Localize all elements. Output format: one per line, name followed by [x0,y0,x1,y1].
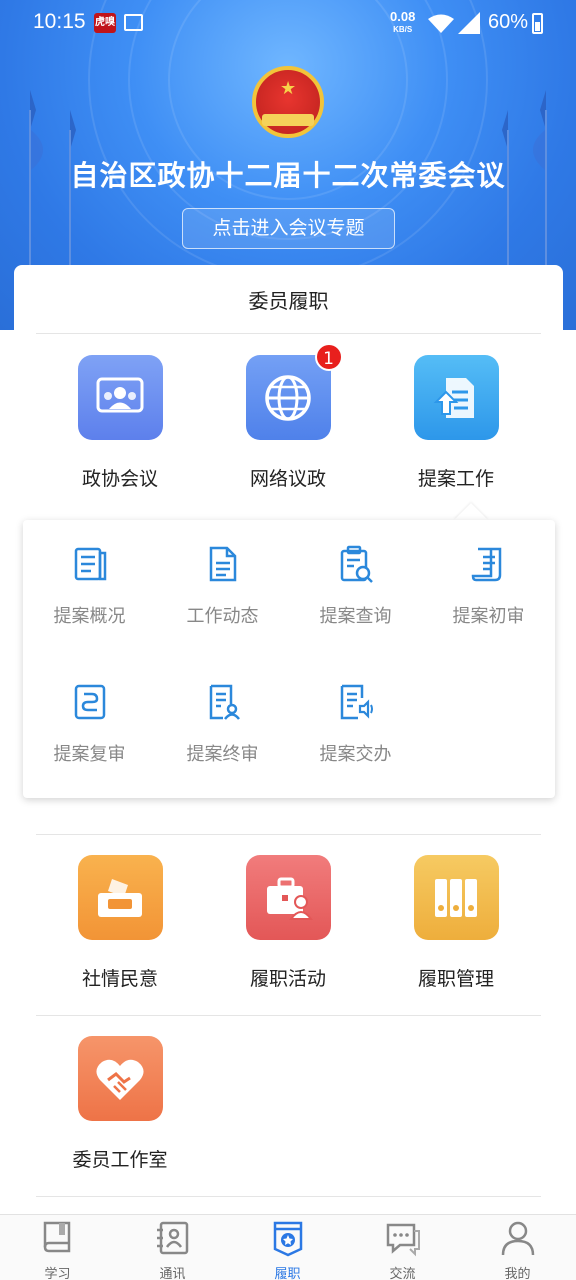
file-text-icon [209,546,236,582]
bottom-nav: 学习 通讯 履职 交流 我的 [0,1214,576,1280]
clipboard-search-icon [340,545,373,583]
submenu-label: 工作动态 [186,606,259,627]
document-user-icon [209,684,240,720]
divider [36,834,541,835]
grid-item-duty-activity[interactable]: 履职活动 [208,855,368,991]
submenu-label: 提案查询 [319,606,392,627]
submenu-label: 提案复审 [53,744,126,765]
status-bar: 10:15 虎嗅 0.08 KB/S 60% [0,0,576,46]
network-speed-value: 0.08 [390,9,416,24]
grid-item-label: 履职活动 [249,968,326,990]
binders-icon [413,855,499,940]
globe-icon: 1 [245,343,343,440]
divider [36,1196,541,1197]
mailbox-icon [77,855,163,940]
loop-review-icon [74,684,105,720]
card-title: 委员履职 [248,289,329,313]
nav-label: 交流 [389,1267,416,1280]
submenu-item-overview[interactable]: 提案概况 [23,544,156,628]
submenu-label: 提案终审 [186,744,259,765]
meeting-title: 自治区政协十二届十二次常委会议 [70,159,506,192]
grid-item-label: 网络议政 [249,468,326,490]
nav-item-exchange[interactable]: 交流 [345,1219,460,1280]
grid-item-cppcc-meeting[interactable]: 政协会议 [40,355,200,491]
grid-item-proposal-work[interactable]: 提案工作 [376,355,536,491]
grid-item-label: 政协会议 [81,468,158,490]
cppcc-emblem-logo: ★ [252,66,324,138]
nav-label: 学习 [44,1267,71,1280]
grid-item-duty-management[interactable]: 履职管理 [376,855,536,991]
submenu-item-query[interactable]: 提案查询 [289,544,422,628]
submenu-item-second-review[interactable]: 提案复审 [23,682,156,766]
proposal-submenu: 提案概况 工作动态 提案查询 提案初审 提案复审 提案终审 提案交办 [23,520,555,798]
grid-item-member-studio[interactable]: 委员工作室 [40,1036,200,1172]
nav-item-study[interactable]: 学习 [0,1219,115,1280]
submenu-item-first-review[interactable]: 提案初审 [422,544,555,628]
grid-item-label: 社情民意 [81,968,158,990]
meeting-icon [77,355,163,440]
nav-label: 履职 [274,1267,301,1280]
divider [36,333,541,334]
grid-item-label: 提案工作 [417,468,494,490]
network-speed-unit: KB/S [393,25,413,34]
nav-label: 我的 [504,1267,531,1280]
network-speed: 0.08 KB/S [390,10,415,36]
grid-item-online-discussion[interactable]: 1 网络议政 [208,343,368,491]
badge-star-icon [273,1221,302,1257]
submenu-item-final-review[interactable]: 提案终审 [156,682,289,766]
nav-item-contacts[interactable]: 通讯 [115,1219,230,1280]
image-notification-icon [124,14,143,31]
nav-item-mine[interactable]: 我的 [460,1219,575,1280]
divider [36,1015,541,1016]
signal-icon [458,12,480,34]
proposal-upload-icon [413,355,499,440]
submenu-item-assign[interactable]: 提案交办 [289,682,422,766]
battery-icon [532,13,543,34]
heart-handshake-icon [77,1036,163,1121]
contacts-icon [156,1221,188,1255]
wifi-icon [428,14,454,33]
status-time: 10:15 [33,10,86,33]
nav-item-duty[interactable]: 履职 [230,1219,345,1280]
grid-item-public-opinion[interactable]: 社情民意 [40,855,200,991]
submenu-label: 提案初审 [452,606,525,627]
grid-item-label: 委员工作室 [72,1149,168,1171]
document-list-icon [74,547,106,581]
document-broadcast-icon [340,684,373,720]
submenu-label: 提案概况 [53,606,126,627]
briefcase-user-icon [245,855,331,940]
enter-meeting-topic-button[interactable]: 点击进入会议专题 [182,208,395,249]
person-icon [501,1221,534,1256]
nav-label: 通讯 [159,1267,186,1280]
submenu-label: 提案交办 [319,744,392,765]
app-notification-icon: 虎嗅 [94,13,116,33]
notification-badge: 1 [314,343,343,371]
battery-percent: 60% [488,11,529,33]
book-icon [43,1221,70,1253]
chat-icon [386,1223,420,1257]
popup-arrow [454,503,488,520]
submenu-item-work-news[interactable]: 工作动态 [156,544,289,628]
scroll-review-icon [471,547,501,582]
grid-item-label: 履职管理 [417,968,494,990]
